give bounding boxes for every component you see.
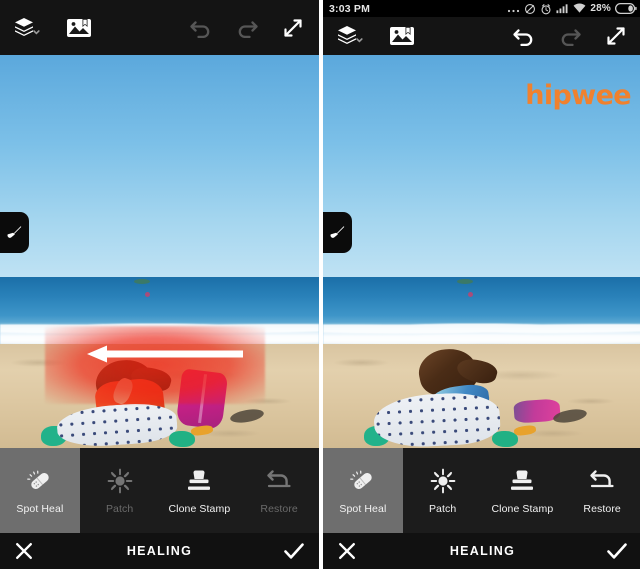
fullscreen-button[interactable] — [604, 24, 628, 48]
chevron-down-icon — [356, 38, 363, 43]
before-panel: Spot Heal Patch Clone Stamp Restore HEAL… — [0, 0, 319, 569]
photo-canvas[interactable]: hipwee — [323, 55, 640, 448]
do-not-disturb-icon — [524, 3, 536, 15]
expand-diagonal-icon — [607, 27, 625, 45]
close-x-icon — [339, 543, 355, 559]
tool-label-clone-stamp: Clone Stamp — [491, 502, 554, 515]
restore-arrow-icon — [587, 467, 617, 495]
patch-sparkle-icon — [105, 467, 135, 495]
add-image-button[interactable] — [389, 25, 415, 47]
patterned-towel — [56, 400, 179, 448]
add-image-button[interactable] — [66, 17, 92, 39]
photo-subject — [323, 338, 640, 448]
tool-clone-stamp[interactable]: Clone Stamp — [160, 448, 240, 533]
tool-patch[interactable]: Patch — [80, 448, 160, 533]
tool-label-spot-heal: Spot Heal — [16, 502, 64, 515]
stamp-icon — [507, 467, 537, 495]
layers-button[interactable] — [337, 24, 363, 48]
tool-label-patch: Patch — [428, 502, 457, 515]
redo-button[interactable] — [235, 18, 259, 38]
confirm-button[interactable] — [283, 541, 305, 561]
redo-icon — [238, 20, 258, 38]
tool-spot-heal[interactable]: Spot Heal — [323, 448, 403, 533]
battery-icon — [615, 3, 637, 14]
horizon-boat — [456, 279, 473, 284]
top-toolbar — [0, 0, 319, 55]
checkmark-icon — [607, 543, 627, 559]
tool-row: Spot Heal Patch Clone Stamp Restore — [0, 448, 319, 533]
tool-label-spot-heal: Spot Heal — [339, 502, 387, 515]
confirm-button[interactable] — [606, 541, 628, 561]
battery-percent: 28% — [590, 3, 611, 14]
close-x-icon — [16, 543, 32, 559]
screen-title: HEALING — [126, 544, 193, 558]
tool-patch[interactable]: Patch — [403, 448, 483, 533]
checkmark-icon — [284, 543, 304, 559]
tool-restore[interactable]: Restore — [562, 448, 640, 533]
bandage-icon — [25, 467, 55, 495]
undo-button[interactable] — [189, 18, 213, 38]
sand-shadow — [228, 406, 265, 425]
layers-button[interactable] — [14, 16, 40, 40]
bottom-bar: HEALING — [323, 533, 640, 569]
tool-row: Spot Heal Patch Clone Stamp Restore — [323, 448, 640, 533]
undo-icon — [190, 20, 210, 38]
more-dots-icon — [507, 4, 520, 14]
brush-settings-tab[interactable] — [0, 212, 29, 254]
brush-settings-tab[interactable] — [323, 212, 352, 254]
status-bar: 3:03 PM 28% — [323, 0, 640, 17]
beach-photo — [0, 55, 319, 448]
wifi-icon — [573, 3, 586, 14]
photo-canvas[interactable] — [0, 55, 319, 448]
patterned-towel — [372, 390, 502, 448]
image-bookmark-icon — [390, 27, 414, 45]
tool-restore[interactable]: Restore — [239, 448, 319, 533]
comparison-screenshot: Spot Heal Patch Clone Stamp Restore HEAL… — [0, 0, 640, 569]
hipwee-watermark: hipwee — [525, 80, 631, 111]
brush-icon — [330, 226, 345, 238]
tool-clone-stamp[interactable]: Clone Stamp — [483, 448, 563, 533]
cancel-button[interactable] — [14, 541, 34, 561]
after-panel: 3:03 PM 28% hipwee Spot Heal Patch Clone… — [323, 0, 640, 569]
redo-button[interactable] — [558, 26, 582, 46]
stamp-icon — [184, 467, 214, 495]
redo-icon — [561, 29, 581, 46]
yellow-sandal — [513, 424, 537, 437]
alarm-clock-icon — [540, 3, 552, 15]
horizon-buoy — [468, 291, 474, 297]
panel-divider — [319, 0, 321, 569]
cancel-button[interactable] — [337, 541, 357, 561]
photo-subject — [0, 338, 319, 448]
screen-title: HEALING — [449, 544, 516, 558]
horizon-buoy — [145, 291, 151, 297]
cellular-signal-icon — [556, 3, 569, 14]
tool-label-clone-stamp: Clone Stamp — [168, 502, 231, 515]
layers-icon — [338, 26, 363, 44]
undo-button[interactable] — [512, 26, 536, 46]
tool-spot-heal[interactable]: Spot Heal — [0, 448, 80, 533]
layers-icon — [15, 17, 40, 36]
bottom-bar: HEALING — [0, 533, 319, 569]
status-clock: 3:03 PM — [329, 2, 371, 15]
tool-label-restore: Restore — [260, 502, 298, 515]
top-toolbar — [323, 17, 640, 55]
image-bookmark-icon — [67, 18, 91, 37]
sky-region — [0, 55, 319, 278]
expand-diagonal-icon — [284, 18, 302, 37]
horizon-boat — [133, 279, 150, 284]
beach-photo — [323, 55, 640, 448]
tool-label-restore: Restore — [583, 502, 621, 515]
pink-backpack — [175, 368, 228, 430]
undo-icon — [513, 29, 533, 46]
chevron-down-icon — [33, 29, 40, 35]
bandage-icon — [348, 467, 378, 495]
patch-sparkle-icon — [428, 467, 458, 495]
brush-icon — [7, 226, 22, 238]
tool-label-patch: Patch — [105, 502, 134, 515]
restore-arrow-icon — [264, 467, 294, 495]
fullscreen-button[interactable] — [281, 16, 305, 40]
